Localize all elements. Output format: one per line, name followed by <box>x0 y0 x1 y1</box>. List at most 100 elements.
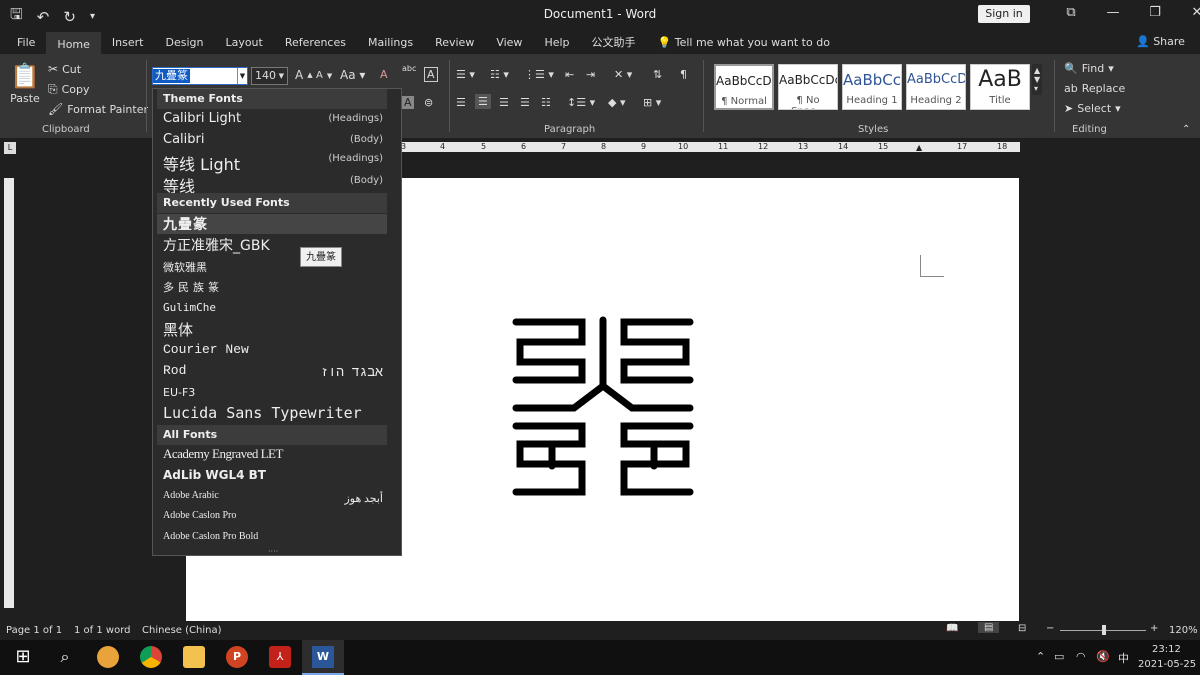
align-center-icon[interactable]: ☰ <box>475 94 491 109</box>
chrome-icon[interactable] <box>140 646 162 668</box>
zoom-in-icon[interactable]: + <box>1150 623 1158 634</box>
horizontal-ruler[interactable]: 3 4 5 6 7 8 9 10 11 12 13 14 15 ▲ 17 18 <box>400 142 1020 152</box>
style-title[interactable]: AaB Title <box>970 64 1030 110</box>
battery-icon[interactable]: ▭ <box>1054 650 1064 663</box>
font-item[interactable]: 多民族篆 <box>163 279 385 295</box>
sogou-icon[interactable] <box>97 646 119 668</box>
powerpoint-icon[interactable]: P <box>226 646 248 668</box>
asian-layout-icon[interactable]: ✕ ▾ <box>614 68 632 81</box>
show-marks-icon[interactable]: ¶ <box>680 68 687 81</box>
word-count[interactable]: 1 of 1 word <box>74 625 130 636</box>
tab-layout[interactable]: Layout <box>214 32 273 54</box>
font-item[interactable]: EU-F3 <box>163 386 385 399</box>
sign-in-button[interactable]: Sign in <box>978 5 1030 23</box>
share-button[interactable]: 👤 Share <box>1136 35 1185 48</box>
search-icon[interactable]: ⌕ <box>54 646 76 668</box>
tab-selector-icon[interactable]: L <box>4 142 16 154</box>
align-left-icon[interactable]: ☰ <box>456 96 466 109</box>
copy-button[interactable]: ⎘ Copy <box>48 82 90 97</box>
enclose-characters-icon[interactable]: ⊜ <box>424 96 433 109</box>
close-icon[interactable]: ✕ <box>1176 5 1200 20</box>
chevron-down-icon[interactable]: ▼ <box>237 68 247 84</box>
acrobat-icon[interactable]: ⅄ <box>269 646 291 668</box>
zoom-level[interactable]: 120% <box>1169 625 1198 636</box>
tab-references[interactable]: References <box>274 32 357 54</box>
increase-indent-icon[interactable]: ⇥ <box>586 68 595 81</box>
show-hidden-icons-icon[interactable]: ⌃ <box>1036 650 1045 663</box>
shading-icon[interactable]: ◆ ▾ <box>608 96 625 109</box>
windows-start-icon[interactable]: ⊞ <box>12 646 34 668</box>
tab-file[interactable]: File <box>6 32 46 54</box>
font-item[interactable]: Adobe Arabic أبجد هوز <box>163 490 385 505</box>
chevron-down-icon[interactable]: ▼ <box>279 68 284 84</box>
indent-marker-icon[interactable]: ▲ <box>916 143 922 152</box>
font-item[interactable]: GulimChe <box>163 301 385 314</box>
minimize-icon[interactable]: — <box>1092 5 1134 20</box>
tell-me-box[interactable]: 💡 Tell me what you want to do <box>647 32 841 54</box>
language-indicator[interactable]: Chinese (China) <box>142 625 222 636</box>
ime-indicator[interactable]: 中 <box>1118 650 1129 666</box>
character-border-icon[interactable]: A <box>424 67 438 82</box>
font-item[interactable]: Lucida Sans Typewriter <box>163 404 385 422</box>
tab-mailings[interactable]: Mailings <box>357 32 424 54</box>
phonetic-guide-icon[interactable]: abc <box>402 64 416 73</box>
tab-design[interactable]: Design <box>154 32 214 54</box>
shrink-font-button[interactable]: A ▼ <box>316 70 332 81</box>
cut-button[interactable]: ✂ Cut <box>48 62 81 76</box>
bullets-icon[interactable]: ☰ ▾ <box>456 68 475 81</box>
ribbon-display-icon[interactable]: ⧉ <box>1050 5 1092 20</box>
paste-button[interactable]: 📋 Paste <box>10 62 40 105</box>
find-button[interactable]: 🔍 Find ▾ <box>1064 62 1114 75</box>
font-item[interactable]: AdLib WGL4 BT <box>163 468 385 482</box>
zoom-slider[interactable] <box>1060 625 1146 635</box>
font-item[interactable]: Academy Engraved LET <box>163 446 385 462</box>
line-spacing-icon[interactable]: ↕☰ ▾ <box>567 96 595 109</box>
character-shading-icon[interactable]: A <box>402 96 414 109</box>
font-item[interactable]: Adobe Caslon Pro <box>163 510 385 521</box>
style-heading-1[interactable]: AaBbCc Heading 1 <box>842 64 902 110</box>
replace-button[interactable]: ab Replace <box>1064 82 1125 95</box>
clock-date[interactable]: 2021-05-25 <box>1138 659 1196 670</box>
clock-time[interactable]: 23:12 <box>1152 644 1181 655</box>
borders-icon[interactable]: ⊞ ▾ <box>643 96 661 109</box>
zoom-out-icon[interactable]: − <box>1046 623 1054 634</box>
page-count[interactable]: Page 1 of 1 <box>6 625 62 636</box>
style-heading-2[interactable]: AaBbCcD Heading 2 <box>906 64 966 110</box>
select-button[interactable]: ➤ Select ▾ <box>1064 102 1121 115</box>
collapse-ribbon-icon[interactable]: ⌃ <box>1182 124 1190 135</box>
word-taskbar-item[interactable]: W <box>302 640 344 675</box>
vertical-ruler[interactable] <box>4 178 14 608</box>
volume-muted-icon[interactable]: 🔇 <box>1096 650 1110 663</box>
font-item[interactable]: 方正准雅宋_GBK <box>163 235 385 255</box>
print-layout-icon[interactable]: ▤ <box>978 622 1000 633</box>
grow-font-button[interactable]: A ▲ <box>295 68 313 82</box>
format-painter-button[interactable]: 🖌 Format Painter <box>48 102 148 116</box>
justify-icon[interactable]: ☰ <box>520 96 530 109</box>
sort-icon[interactable]: ⇅ <box>653 68 662 81</box>
numbering-icon[interactable]: ☷ ▾ <box>490 68 509 81</box>
wifi-icon[interactable]: ◠ <box>1076 650 1086 663</box>
font-item[interactable]: Calibri (Body) <box>163 132 385 147</box>
clear-formatting-icon[interactable]: A <box>380 68 388 81</box>
font-name-combobox[interactable]: 九疊篆 ▼ <box>152 67 248 85</box>
font-item[interactable]: 等线 Light (Headings) <box>163 151 385 175</box>
styles-scroll-icon[interactable]: ▲ ▼ ▾ <box>1032 64 1043 95</box>
web-layout-icon[interactable]: ⊟ <box>1018 623 1026 634</box>
read-mode-icon[interactable]: 📖 <box>946 623 958 634</box>
font-item[interactable]: 微软雅黑 <box>163 259 385 275</box>
font-item[interactable]: Courier New <box>163 342 385 357</box>
font-item-selected[interactable]: 九疊篆 <box>157 214 387 234</box>
font-item[interactable]: 黑体 <box>163 319 385 340</box>
font-item[interactable]: Rod אבגד הוז <box>163 363 385 380</box>
tab-gongwen[interactable]: 公文助手 <box>581 32 647 54</box>
resize-grip-icon[interactable]: ···· <box>268 547 278 555</box>
tab-view[interactable]: View <box>485 32 533 54</box>
tab-insert[interactable]: Insert <box>101 32 155 54</box>
multilevel-list-icon[interactable]: ⋮☰ ▾ <box>524 68 554 81</box>
style-no-spacing[interactable]: AaBbCcDc ¶ No Spac... <box>778 64 838 110</box>
font-item[interactable]: Adobe Caslon Pro Bold <box>163 531 385 542</box>
font-size-combobox[interactable]: 140 ▼ <box>251 67 288 85</box>
zoom-slider-thumb[interactable] <box>1102 625 1106 635</box>
font-item[interactable]: Calibri Light (Headings) <box>163 111 385 126</box>
tab-review[interactable]: Review <box>424 32 485 54</box>
